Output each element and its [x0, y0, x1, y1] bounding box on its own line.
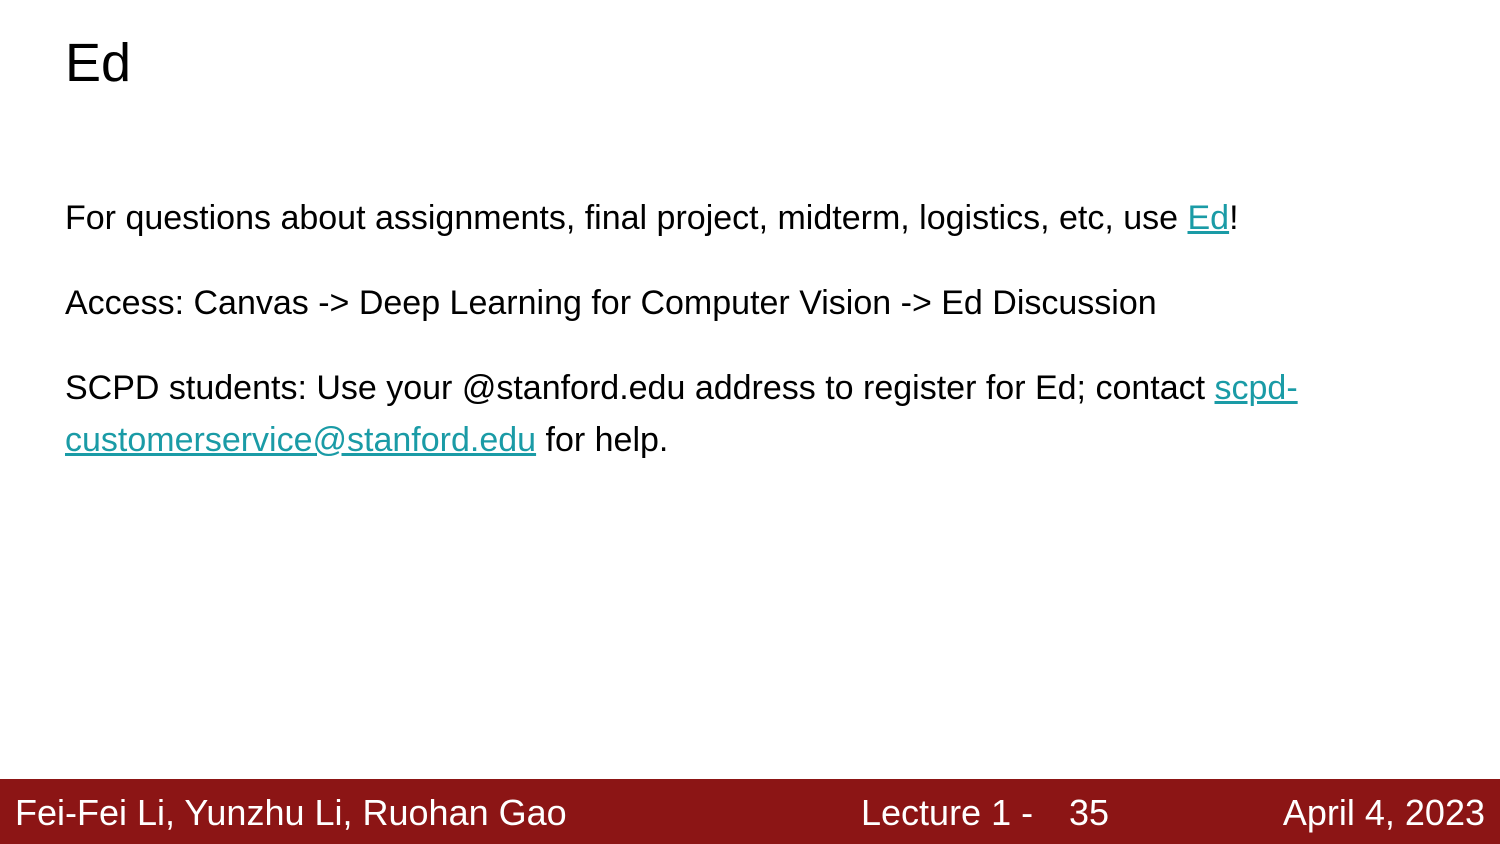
slide-title: Ed — [65, 33, 132, 93]
paragraph-questions-text: For questions about assignments, final p… — [65, 199, 1188, 237]
paragraph-scpd-text: SCPD students: Use your @stanford.edu ad… — [65, 369, 1215, 407]
paragraph-scpd-end: for help. — [536, 421, 669, 459]
paragraph-questions: For questions about assignments, final p… — [65, 192, 1445, 244]
slide-body: For questions about assignments, final p… — [65, 192, 1445, 499]
ed-link[interactable]: Ed — [1188, 199, 1230, 237]
footer-lecture: Lecture 1 - — [861, 792, 1034, 833]
footer-date: April 4, 2023 — [1282, 792, 1485, 833]
paragraph-scpd: SCPD students: Use your @stanford.edu ad… — [65, 362, 1445, 466]
slide-footer: Fei-Fei Li, Yunzhu Li, Ruohan Gao Lectur… — [0, 779, 1500, 844]
footer-page-number: 35 — [1069, 792, 1110, 833]
paragraph-access: Access: Canvas -> Deep Learning for Comp… — [65, 284, 1157, 322]
footer-authors: Fei-Fei Li, Yunzhu Li, Ruohan Gao — [15, 792, 567, 833]
paragraph-questions-end: ! — [1229, 199, 1239, 237]
